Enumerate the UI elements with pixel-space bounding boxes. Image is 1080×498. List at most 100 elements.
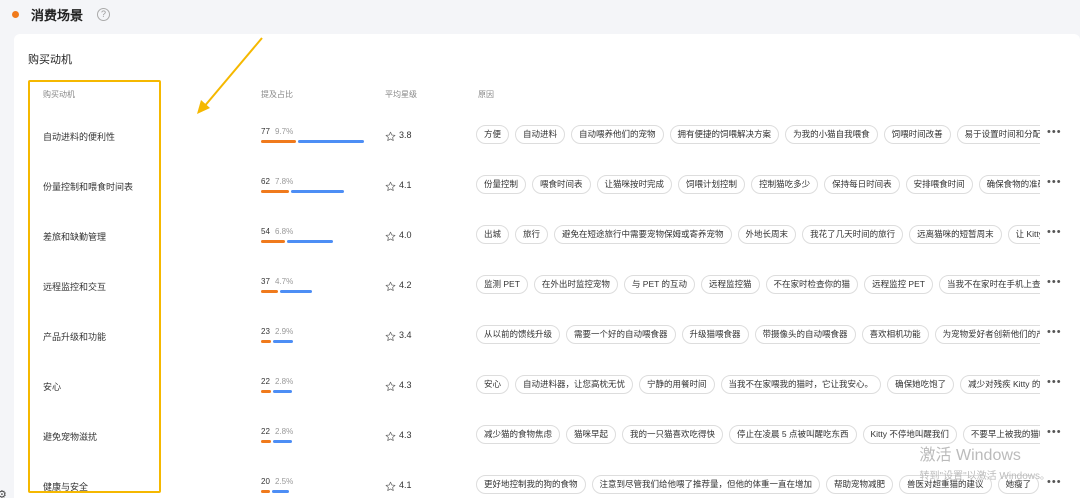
reason-tag[interactable]: 保持每日时间表 xyxy=(824,175,900,194)
more-horizontal-icon[interactable]: ••• xyxy=(1047,176,1062,188)
motive-label: 安心 xyxy=(43,382,62,392)
reason-tag[interactable]: 我的一只猫喜欢吃得快 xyxy=(622,425,724,444)
table-row[interactable]: 自动进料的便利性 77 9.7% 3.8 方便 自动进料 自动喂养他们的宠物 拥有便捷的饲喂解… xyxy=(14,113,1080,162)
reason-tag[interactable]: 确保她吃饱了 xyxy=(887,375,955,394)
reason-tag[interactable]: 升级猫喂食器 xyxy=(681,325,749,344)
table-row[interactable]: 产品升级和功能 23 2.9% 3.4 从以前的馈线升级 需要一个好的自动喂食器 升级猫喂食… xyxy=(14,313,1080,362)
reason-tag[interactable]: 喂食时间表 xyxy=(532,175,591,194)
reason-tag[interactable]: 当我不在家时在手机上查看 xyxy=(938,275,1040,294)
mention-bar-blue xyxy=(287,240,333,243)
star-outline-icon xyxy=(385,329,396,341)
mention-bar-orange xyxy=(261,140,296,143)
mention-bar-orange xyxy=(261,340,271,343)
motive-label: 份量控制和喂食时间表 xyxy=(43,182,134,192)
reason-tag[interactable]: 自动进料 xyxy=(515,125,566,144)
mention-percent: 2.9% xyxy=(275,327,294,336)
reason-tag[interactable]: 与 PET 的互动 xyxy=(623,275,696,294)
reason-tag[interactable]: 停止在凌晨 5 点被叫醒吃东西 xyxy=(729,425,857,444)
mention-bar-orange xyxy=(261,290,278,293)
mention-percent: 2.8% xyxy=(275,377,294,386)
reason-tag[interactable]: 猫咪早起 xyxy=(566,425,617,444)
reason-tag[interactable]: 远离猫咪的短暂周末 xyxy=(909,225,1002,244)
mention-bar-blue xyxy=(273,340,293,343)
column-header-rating[interactable]: 平均星级 xyxy=(385,89,417,100)
more-horizontal-icon[interactable]: ••• xyxy=(1047,276,1062,288)
mention-percent: 2.8% xyxy=(275,427,294,436)
reason-tag[interactable]: 减少猫的食物焦虑 xyxy=(476,425,561,444)
reason-tag[interactable]: 更好地控制我的狗的食物 xyxy=(476,475,586,494)
reason-tag[interactable]: 远程监控 PET xyxy=(864,275,933,294)
table-row[interactable]: 份量控制和喂食时间表 62 7.8% 4.1 份量控制 喂食时间表 让猫咪按时完成 饲喂计划控… xyxy=(14,163,1080,212)
mention-count: 20 xyxy=(261,477,270,486)
mention-bar-blue xyxy=(273,390,292,393)
mention-bar-orange xyxy=(261,490,270,493)
mention-percent: 9.7% xyxy=(275,127,294,136)
reason-tag[interactable]: 拥有便捷的饲喂解决方案 xyxy=(669,125,780,144)
reason-tag[interactable]: 确保食物的准确份量 xyxy=(978,175,1040,194)
reason-tag[interactable]: 帮助宠物减肥 xyxy=(826,475,894,494)
reason-tag[interactable]: 出城 xyxy=(476,225,510,244)
more-horizontal-icon[interactable]: ••• xyxy=(1047,326,1062,338)
reason-tag[interactable]: 喜欢相机功能 xyxy=(861,325,929,344)
reason-tag[interactable]: 需要一个好的自动喂食器 xyxy=(566,325,676,344)
reason-tag[interactable]: 为宠物爱好者创新他们的产品 xyxy=(934,325,1040,344)
watermark-line2: 转到"设置"以激活 Windows。 xyxy=(919,471,1050,482)
mention-bar-blue xyxy=(272,490,289,493)
reason-tag[interactable]: 自动喂养他们的宠物 xyxy=(571,125,664,144)
reason-tag[interactable]: 当我不在家喂我的猫时，它让我安心。 xyxy=(720,375,882,394)
mention-percent: 6.8% xyxy=(275,227,294,236)
reason-tag[interactable]: 外地长周末 xyxy=(737,225,797,244)
more-horizontal-icon[interactable]: ••• xyxy=(1047,426,1062,438)
reason-tag[interactable]: 我花了几天时间的旅行 xyxy=(802,225,904,244)
reason-tag[interactable]: 份量控制 xyxy=(476,175,527,194)
reason-tag[interactable]: 不在家时检查你的猫 xyxy=(765,275,859,294)
more-horizontal-icon[interactable]: ••• xyxy=(1047,376,1062,388)
reason-tag[interactable]: 远程监控猫 xyxy=(701,275,760,294)
reason-tag[interactable]: 饲喂计划控制 xyxy=(678,175,746,194)
mention-count: 22 xyxy=(261,427,270,436)
reason-tag[interactable]: 避免在短途旅行中需要宠物保姆或寄养宠物 xyxy=(554,225,732,244)
star-outline-icon xyxy=(385,279,396,291)
reason-tag[interactable]: 宁静的用餐时间 xyxy=(639,375,715,394)
column-header-reasons: 原因 xyxy=(478,90,494,99)
reason-tags: 监测 PET 在外出时监控宠物与 PET 的互动 远程监控猫 不在家时检查你的猫 远程监… xyxy=(476,275,1040,296)
question-circle-icon[interactable]: ? xyxy=(97,7,111,21)
reason-tag[interactable]: 带摄像头的自动喂食器 xyxy=(754,325,856,344)
table-row[interactable]: 差旅和缺勤管理 54 6.8% 4.0 出城 旅行 避免在短途旅行中需要宠物保姆或寄养宠物外… xyxy=(14,213,1080,262)
reason-tag[interactable]: 安心 xyxy=(476,375,510,394)
avg-rating: 4.3 xyxy=(399,380,412,390)
gear-icon[interactable]: ⚙ xyxy=(0,488,7,498)
star-outline-icon xyxy=(385,229,396,241)
mention-count: 22 xyxy=(261,377,270,386)
star-outline-icon xyxy=(385,479,396,491)
avg-rating: 3.8 xyxy=(399,130,412,140)
reason-tag[interactable]: 监测 PET xyxy=(476,275,528,294)
reason-tag[interactable]: 为我的小猫自我喂食 xyxy=(785,125,878,144)
reason-tag[interactable]: 旅行 xyxy=(515,225,549,244)
column-header-mentions[interactable]: 提及占比 xyxy=(261,89,293,100)
reason-tag[interactable]: 控制猫吃多少 xyxy=(751,175,819,194)
reason-tag[interactable]: 让 Kitty 独自在家 xyxy=(1007,225,1040,244)
reason-tag[interactable]: 让猫咪按时完成 xyxy=(596,175,673,194)
watermark-line1: 激活 Windows xyxy=(919,447,1021,464)
star-outline-icon xyxy=(385,429,396,441)
reason-tag[interactable]: 注意到尽管我们给他喂了推荐量，但他的体重一直在增加 xyxy=(591,475,821,494)
more-horizontal-icon[interactable]: ••• xyxy=(1047,226,1062,238)
mention-count: 77 xyxy=(261,127,270,136)
table-row[interactable]: 远程监控和交互 37 4.7% 4.2 监测 PET 在外出时监控宠物与 PET 的互动远… xyxy=(14,263,1080,312)
reason-tag[interactable]: 减少对残疾 Kitty 的担忧 xyxy=(960,375,1040,394)
card-title: 购买动机 xyxy=(28,54,72,66)
mention-bar-blue xyxy=(291,190,344,193)
mention-bar-blue xyxy=(280,290,312,293)
reason-tag[interactable]: 方便 xyxy=(476,125,510,144)
reason-tag[interactable]: 从以前的馈线升级 xyxy=(476,325,561,344)
reason-tag[interactable]: 易于设置时间和分配量/时间 xyxy=(956,125,1040,144)
more-horizontal-icon[interactable]: ••• xyxy=(1047,126,1062,138)
reason-tag[interactable]: 自动进料器，让您高枕无忧 xyxy=(515,375,634,394)
table-row[interactable]: 安心 22 2.8% 4.3 安心 自动进料器，让您高枕无忧 宁静的用餐时间 当我不在家喂我的… xyxy=(14,363,1080,412)
reason-tag[interactable]: 在外出时监控宠物 xyxy=(533,275,618,294)
mention-percent: 2.5% xyxy=(275,477,294,486)
reason-tag[interactable]: 安排喂食时间 xyxy=(905,175,973,194)
motive-label: 健康与安全 xyxy=(43,482,89,492)
reason-tag[interactable]: 饲喂时间改善 xyxy=(883,125,951,144)
